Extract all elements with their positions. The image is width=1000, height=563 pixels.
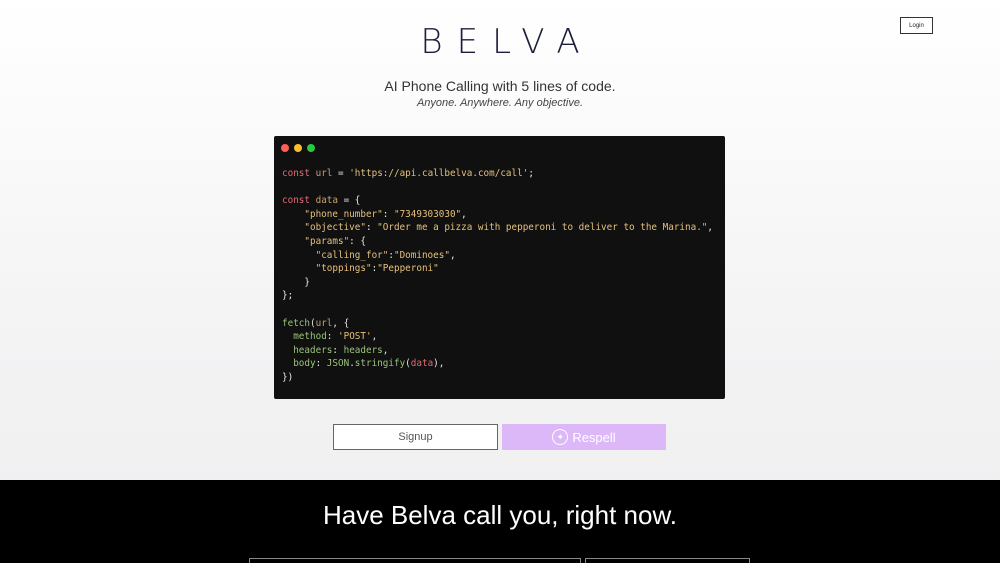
hero-section: BELVA Login AI Phone Calling with 5 line…	[0, 0, 1000, 480]
phone-input[interactable]	[249, 558, 581, 563]
code-calling-for: "Dominoes"	[393, 249, 450, 261]
code-objective: "Order me a pizza with pepperoni to deli…	[377, 222, 708, 234]
cta-title: Have Belva call you, right now.	[322, 500, 678, 530]
call-me-button[interactable]	[585, 558, 750, 563]
respell-button[interactable]: ✦ Respell	[502, 424, 666, 450]
close-dot-icon	[281, 144, 289, 152]
code-window: const url = 'https://api.callbelva.com/c…	[274, 136, 725, 399]
code-snippet: const url = 'https://api.callbelva.com/c…	[282, 168, 714, 383]
signup-button[interactable]: Signup	[333, 424, 498, 450]
code-method: 'POST'	[338, 331, 372, 343]
respell-button-label: Respell	[572, 429, 616, 445]
code-toppings: "Pepperoni"	[377, 263, 439, 275]
cta-section: Have Belva call you, right now.	[0, 480, 1000, 563]
maximize-dot-icon	[307, 144, 315, 152]
window-controls	[281, 144, 315, 152]
respell-logo-icon: ✦	[552, 429, 569, 445]
tagline: AI Phone Calling with 5 lines of code.	[384, 78, 616, 94]
code-url: 'https://api.callbelva.com/call'	[349, 168, 529, 179]
login-button[interactable]: Login	[900, 17, 933, 34]
minimize-dot-icon	[294, 144, 302, 152]
subtagline: Anyone. Anywhere. Any objective.	[416, 97, 584, 109]
code-phone-number: "7349303030"	[393, 208, 462, 220]
belva-logo[interactable]: BELVA	[0, 22, 1000, 62]
